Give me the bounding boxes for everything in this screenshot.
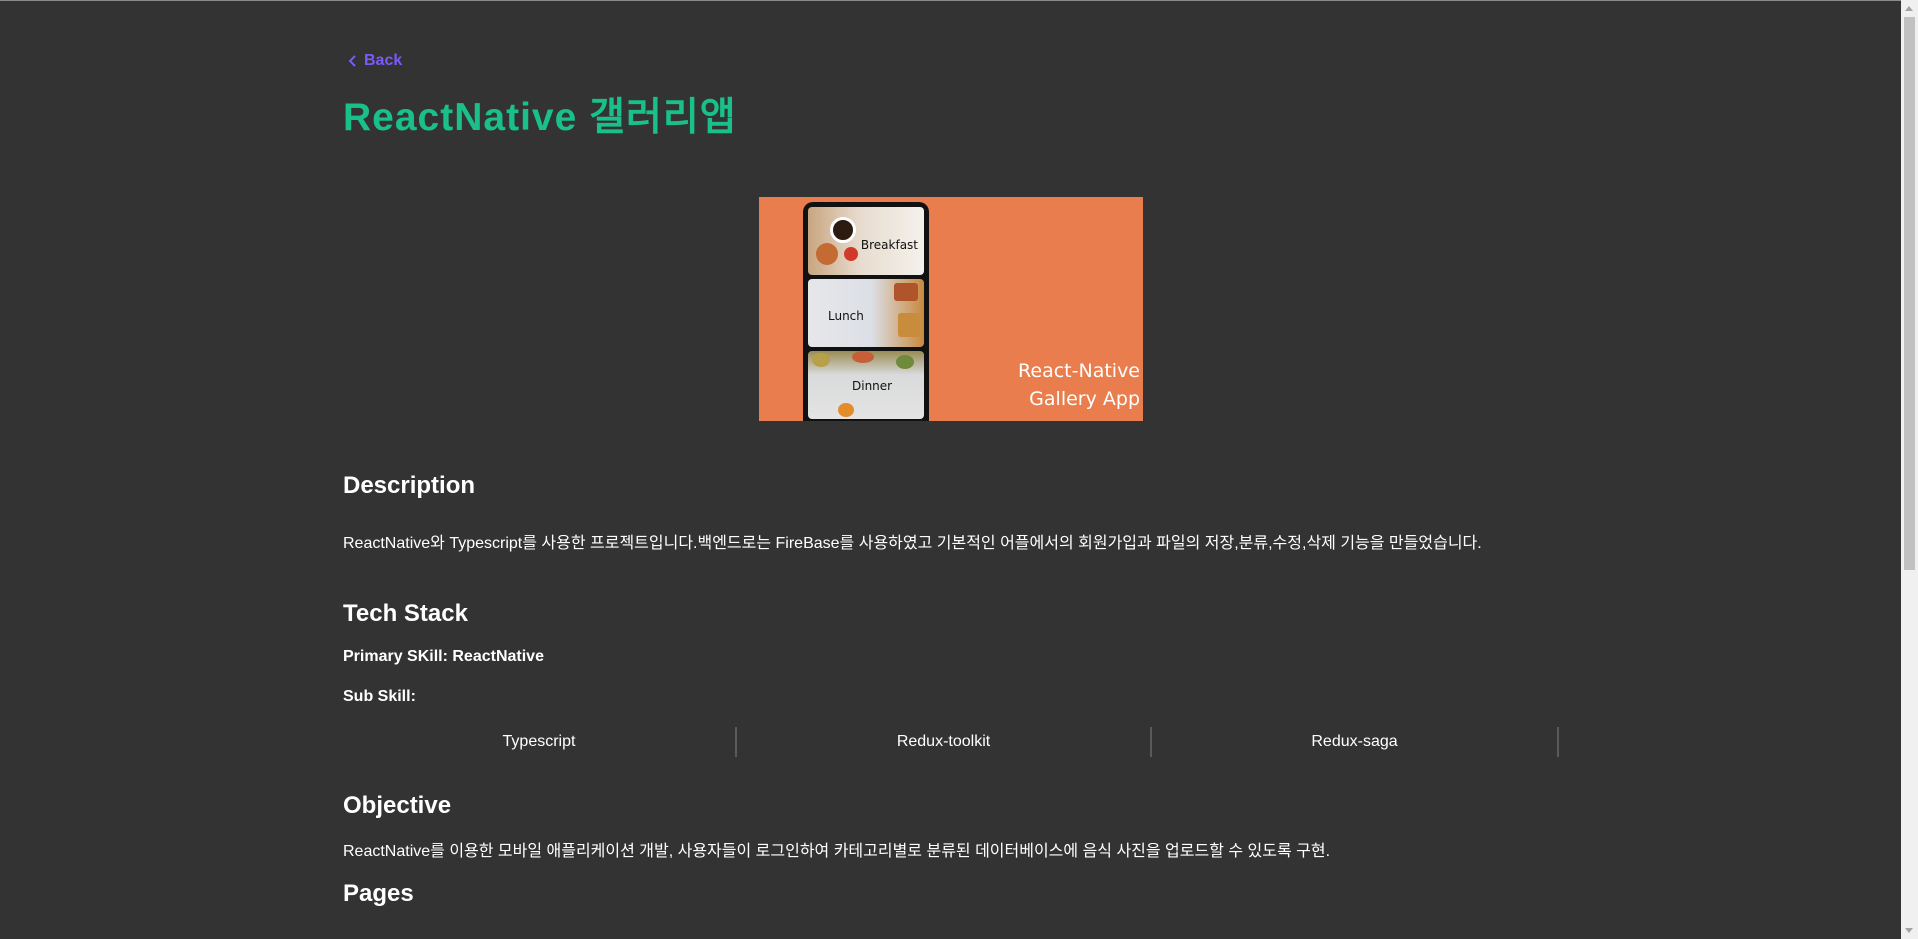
scroll-down-icon[interactable] [1905,928,1913,933]
toast-image [816,243,838,265]
hero-caption-line1: React-Native [1018,360,1140,382]
back-link[interactable]: Back [348,52,402,70]
vertical-scrollbar[interactable] [1901,0,1918,939]
tech-stack-heading: Tech Stack [343,600,468,627]
description-heading: Description [343,472,476,499]
lunch-box-image [894,283,918,301]
sub-skill-cell: Redux-toolkit [737,727,1152,757]
sub-skill-cell: Typescript [343,727,737,757]
sub-skill-cell: Redux-saga [1152,727,1559,757]
dish-image [896,355,914,369]
berries-image [844,247,858,261]
description-text: ReactNative와 Typescript를 사용한 프로젝트입니다.백엔드… [343,535,1482,552]
hero-caption: React-Native Gallery App [1018,357,1140,413]
sub-skills-table: Typescript Redux-toolkit Redux-saga [343,727,1559,757]
panel-label-breakfast: Breakfast [860,238,918,252]
page-title: ReactNative 갤러리앱 [343,96,737,139]
dish-image [812,353,830,367]
dinner-panel: Dinner [808,351,924,419]
dish-image [852,351,874,363]
phone-mockup: Breakfast Lunch Dinner [803,202,929,421]
pages-heading: Pages [343,880,414,907]
lunch-panel: Lunch [808,279,924,347]
breakfast-panel: Breakfast [808,207,924,275]
panel-label-lunch: Lunch [828,309,864,323]
objective-heading: Objective [343,792,452,819]
panel-label-dinner: Dinner [852,379,893,393]
project-hero-image: Breakfast Lunch Dinner React-Native Gall… [759,197,1143,421]
hero-caption-line2: Gallery App [1029,388,1140,410]
lunch-box-image [898,313,920,337]
primary-skill: Primary SKill: ReactNative [343,648,544,665]
scroll-up-icon[interactable] [1905,6,1913,11]
scrollbar-thumb[interactable] [1904,17,1915,570]
chevron-left-icon [348,55,356,67]
objective-text: ReactNative를 이용한 모바일 애플리케이션 개발, 사용자들이 로그… [343,843,1331,860]
dish-image [838,403,854,417]
window-top-border [0,0,1918,1]
back-label: Back [364,52,403,69]
coffee-cup-image [830,217,856,243]
sub-skill-label: Sub Skill: [343,688,416,705]
